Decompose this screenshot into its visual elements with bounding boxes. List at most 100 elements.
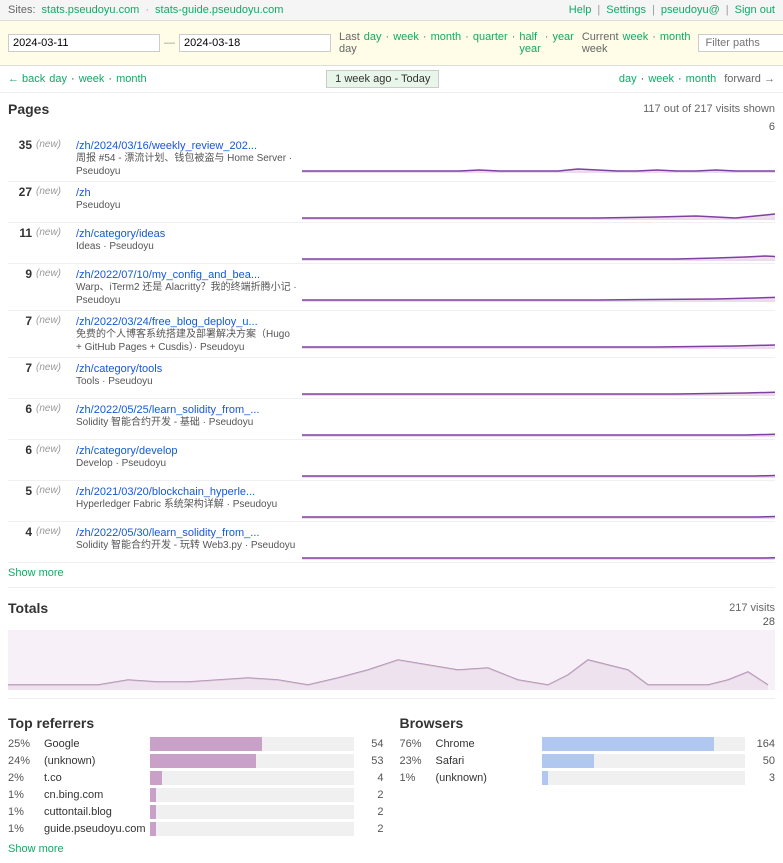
page-link[interactable]: /zh	[76, 187, 91, 199]
top-nav-actions: Help | Settings | pseudoyu@ | Sign out	[569, 4, 775, 16]
page-chart	[302, 483, 775, 519]
sparkline	[302, 225, 775, 261]
date-from-input[interactable]	[8, 34, 160, 52]
current-label: Current week	[582, 31, 619, 55]
sparkline	[302, 401, 775, 437]
totals-section: Totals 217 visits 28	[8, 600, 775, 690]
ref-bar-fill	[150, 737, 262, 751]
browser-bar-container	[542, 771, 746, 785]
signout-link[interactable]: Sign out	[735, 4, 775, 16]
pages-show-more[interactable]: Show more	[8, 567, 64, 579]
top-nav-sites: Sites: stats.pseudoyu.com · stats-guide.…	[8, 4, 283, 16]
referrers-show-more[interactable]: Show more	[8, 843, 64, 855]
page-new: (new)	[36, 184, 72, 197]
back-month[interactable]: month	[116, 73, 147, 85]
page-link[interactable]: /zh/2022/07/10/my_config_and_bea...	[76, 269, 260, 281]
page-desc: Hyperledger Fabric 系统架构详解 · Pseudoyu	[76, 498, 298, 511]
page-count: 6	[8, 442, 36, 457]
back-week[interactable]: week	[79, 73, 105, 85]
browser-bar-fill	[542, 771, 548, 785]
page-count: 27	[8, 184, 36, 199]
nav-day[interactable]: day	[364, 31, 382, 55]
page-new: (new)	[36, 442, 72, 455]
sparkline	[302, 524, 775, 560]
top-nav: Sites: stats.pseudoyu.com · stats-guide.…	[0, 0, 783, 21]
ref-bar-container	[150, 737, 354, 751]
bottom-sections: Top referrers 25% Google 54 24% (unknown…	[8, 715, 775, 855]
ref-bar-container	[150, 822, 354, 836]
browser-bar-container	[542, 754, 746, 768]
divider2	[8, 698, 775, 699]
main-content: Pages 117 out of 217 visits shown 6 35 (…	[0, 93, 783, 863]
ref-pct: 24%	[8, 755, 40, 767]
filter-input[interactable]	[698, 34, 783, 52]
site1-link[interactable]: stats.pseudoyu.com	[42, 4, 140, 16]
page-desc: Ideas · Pseudoyu	[76, 240, 298, 253]
page-new: (new)	[36, 360, 72, 373]
nav-quarter[interactable]: quarter	[473, 31, 508, 55]
page-desc: Warp、iTerm2 还是 Alacritty？我的终端折腾小记 · Pseu…	[76, 281, 298, 307]
current-week-link[interactable]: week	[623, 31, 649, 55]
ref-name: (unknown)	[40, 755, 150, 767]
referrer-row: 24% (unknown) 53	[8, 754, 384, 768]
nav-year[interactable]: year	[552, 31, 573, 55]
fwd-month[interactable]: month	[686, 73, 717, 85]
page-row: 7 (new) /zh/category/tools Tools · Pseud…	[8, 358, 775, 399]
nav-halfyear[interactable]: half year	[519, 31, 540, 55]
page-link[interactable]: /zh/2022/05/30/learn_solidity_from_...	[76, 527, 259, 539]
page-count: 4	[8, 524, 36, 539]
page-link[interactable]: /zh/2021/03/20/blockchain_hyperle...	[76, 486, 255, 498]
page-link[interactable]: /zh/category/develop	[76, 445, 178, 457]
back-link[interactable]: ← back	[8, 73, 45, 85]
page-count: 9	[8, 266, 36, 281]
current-period: Current week week · month	[582, 31, 691, 55]
site2-link[interactable]: stats-guide.pseudoyu.com	[155, 4, 283, 16]
ref-pct: 1%	[8, 823, 40, 835]
page-link[interactable]: /zh/category/tools	[76, 363, 162, 375]
fwd-week[interactable]: week	[648, 73, 674, 85]
user-link[interactable]: pseudoyu@	[661, 4, 720, 16]
pages-list: 35 (new) /zh/2024/03/16/weekly_review_20…	[8, 135, 775, 563]
page-new: (new)	[36, 483, 72, 496]
sep2: |	[597, 4, 600, 16]
ref-bar-container	[150, 754, 354, 768]
totals-visits: 217 visits	[729, 602, 775, 614]
page-row: 9 (new) /zh/2022/07/10/my_config_and_bea…	[8, 264, 775, 311]
page-chart	[302, 524, 775, 560]
ref-count: 53	[354, 755, 384, 767]
page-new: (new)	[36, 266, 72, 279]
page-chart	[302, 360, 775, 396]
ref-bar-container	[150, 805, 354, 819]
page-info: /zh/2022/05/30/learn_solidity_from_... S…	[72, 524, 302, 553]
sparkline	[302, 137, 775, 173]
referrer-row: 2% t.co 4	[8, 771, 384, 785]
page-link[interactable]: /zh/category/ideas	[76, 228, 165, 240]
date-to-input[interactable]	[179, 34, 331, 52]
back-day[interactable]: day	[49, 73, 67, 85]
filter-area: ⚙ View by day	[698, 25, 783, 61]
page-chart	[302, 184, 775, 220]
current-month-link[interactable]: month	[660, 31, 691, 55]
page-count: 7	[8, 360, 36, 375]
page-new: (new)	[36, 137, 72, 150]
page-link[interactable]: /zh/2024/03/16/weekly_review_202...	[76, 140, 257, 152]
nav-month[interactable]: month	[431, 31, 462, 55]
nav-prefix: Last day	[339, 31, 360, 55]
sites-label: Sites:	[8, 4, 36, 16]
settings-link[interactable]: Settings	[606, 4, 646, 16]
page-info: /zh/2024/03/16/weekly_review_202... 周报 #…	[72, 137, 302, 179]
ref-pct: 1%	[8, 806, 40, 818]
nav-week[interactable]: week	[393, 31, 419, 55]
referrer-row: 1% guide.pseudoyu.com 2	[8, 822, 384, 836]
page-count: 6	[8, 401, 36, 416]
page-new: (new)	[36, 313, 72, 326]
page-link[interactable]: /zh/2022/05/25/learn_solidity_from_...	[76, 404, 259, 416]
period-forward: day · week · month forward →	[619, 73, 775, 85]
page-row: 11 (new) /zh/category/ideas Ideas · Pseu…	[8, 223, 775, 264]
referrer-row: 25% Google 54	[8, 737, 384, 751]
help-link[interactable]: Help	[569, 4, 592, 16]
fwd-day[interactable]: day	[619, 73, 637, 85]
page-info: /zh Pseudoyu	[72, 184, 302, 213]
page-link[interactable]: /zh/2022/03/24/free_blog_deploy_u...	[76, 316, 258, 328]
sep4: |	[726, 4, 729, 16]
